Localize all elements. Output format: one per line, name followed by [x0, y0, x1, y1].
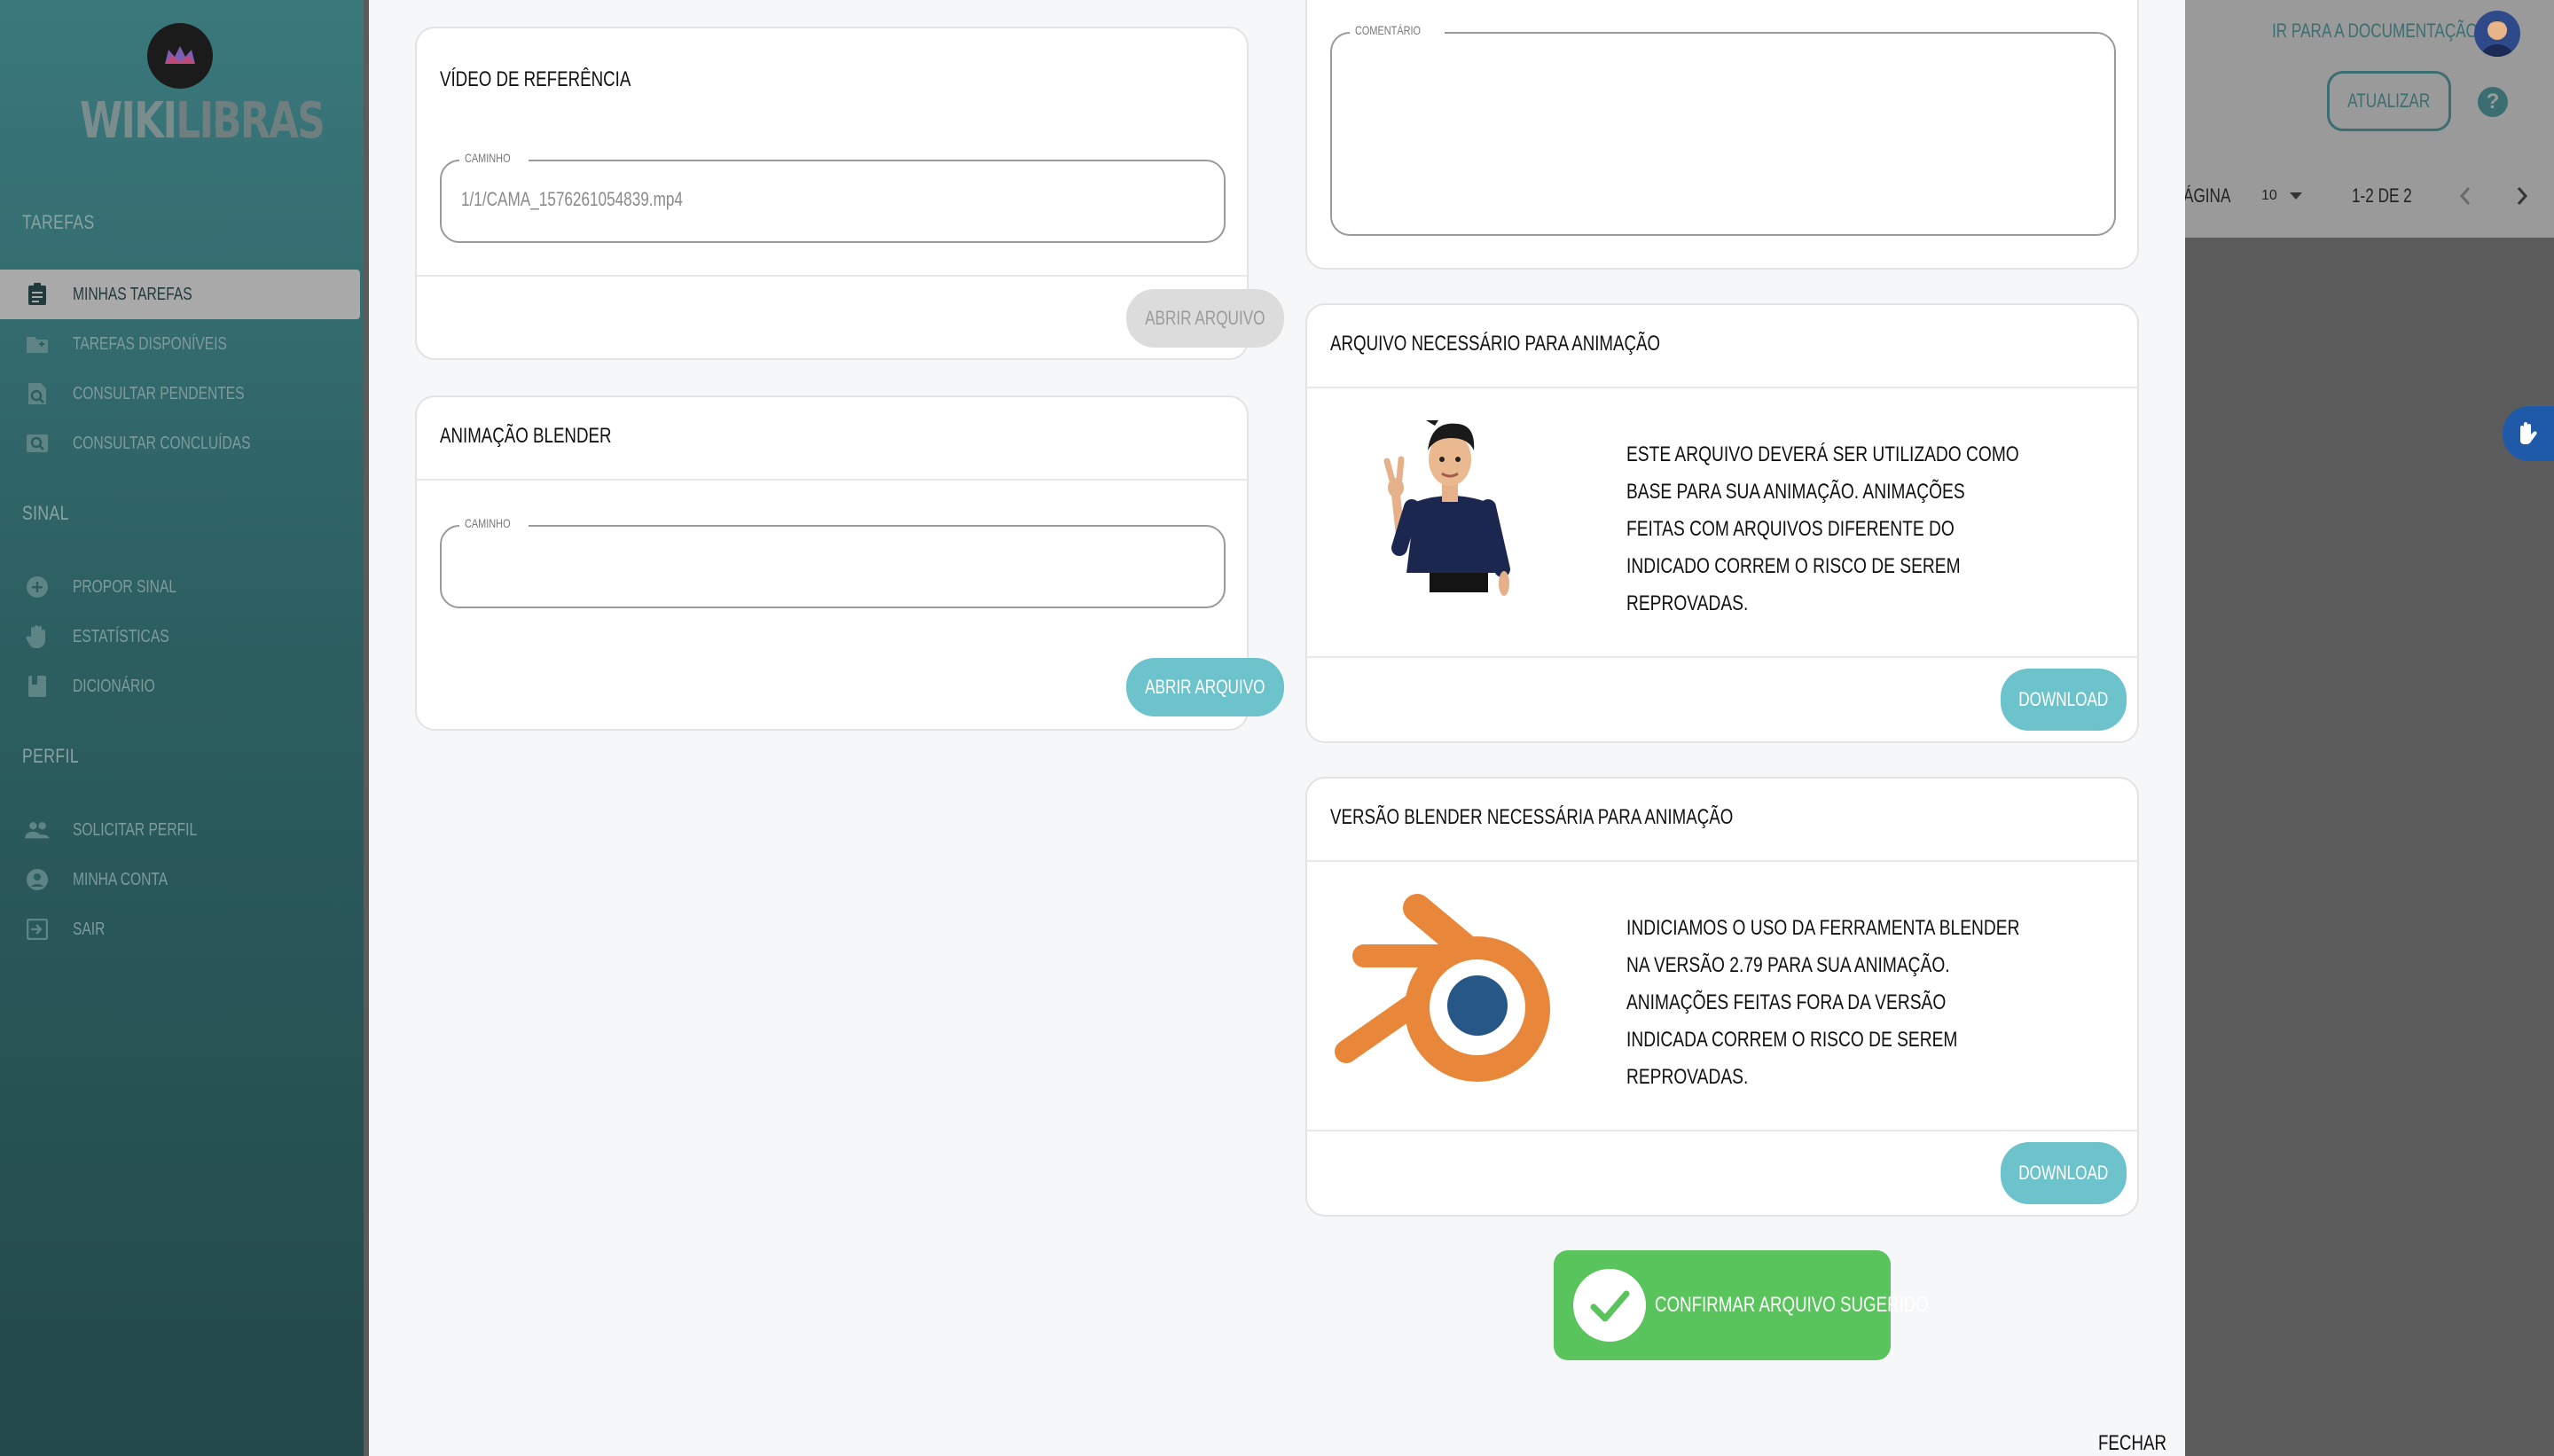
card-title: Versão Blender necessária para animação — [1330, 805, 1734, 829]
people-icon — [25, 818, 50, 842]
sidebar-item-solicitar-perfil[interactable]: Solicitar perfil — [0, 805, 360, 855]
task-dialog: Vídeo de referência Caminho 1/1/CAMA_157… — [369, 0, 2185, 1456]
field-label: Comentário — [1350, 23, 1445, 37]
confirm-suggested-file-button[interactable]: Confirmar arquivo sugerido — [1554, 1250, 1929, 1360]
section-title-tarefas: Tarefas — [22, 211, 95, 233]
open-reference-file-button[interactable]: Abrir arquivo — [1126, 289, 1284, 348]
sign-language-hands-icon — [2520, 422, 2537, 444]
sidebar: WIKILIBRAS Tarefas Minhas tarefas Tarefa… — [0, 0, 364, 1456]
sidebar-item-label: Consultar pendentes — [73, 383, 245, 403]
avatar-character-image — [1383, 420, 1510, 596]
check-circle-icon — [1573, 1269, 1646, 1342]
sidebar-item-label: Sair — [73, 919, 106, 939]
card-title: Animação Blender — [440, 424, 612, 448]
divider — [417, 275, 1247, 277]
card-title: Vídeo de referência — [440, 67, 631, 91]
help-icon[interactable]: ? — [2478, 87, 2508, 117]
comment-textarea[interactable]: Comentário — [1330, 23, 2116, 236]
search-doc-icon — [25, 381, 50, 406]
open-blender-file-button[interactable]: Abrir arquivo — [1126, 658, 1284, 716]
chevron-left-icon — [2459, 187, 2471, 205]
search-image-icon — [25, 431, 50, 456]
divider — [1307, 860, 2137, 862]
pagination-range: 1-2 de 2 — [2352, 184, 2412, 207]
hand-icon — [25, 624, 50, 649]
required-file-description: Este arquivo deverá ser utilizado como b… — [1626, 442, 2019, 615]
required-file-card: Arquivo necessário para animação Este ar… — [1305, 303, 2139, 743]
download-required-file-button[interactable]: Download — [2001, 669, 2127, 731]
documentation-link[interactable]: Ir para a documentação — [2272, 20, 2478, 43]
sidebar-item-sair[interactable]: Sair — [0, 904, 360, 954]
blender-version-card: Versão Blender necessária para animação … — [1305, 777, 2139, 1217]
blender-animation-card: Animação Blender Caminho Abrir arquivo — [415, 395, 1284, 731]
brand-name: WIKILIBRAS — [80, 92, 325, 150]
download-blender-button[interactable]: Download — [2001, 1142, 2127, 1204]
sidebar-item-label: Minhas tarefas — [73, 284, 192, 304]
divider — [1307, 656, 2137, 658]
blender-version-description: Indiciamos o uso da ferramenta Blender n… — [1626, 916, 2020, 1089]
clipboard-icon — [25, 282, 50, 307]
divider — [1307, 1130, 2137, 1131]
blender-animation-path-field[interactable]: Caminho — [440, 516, 1226, 608]
section-title-perfil: Perfil — [22, 745, 80, 767]
previous-page-button[interactable] — [2455, 183, 2481, 209]
sidebar-item-label: Tarefas disponíveis — [73, 333, 227, 354]
rows-per-page-label: ágina — [2183, 184, 2231, 207]
comment-card: Comentário — [1305, 0, 2139, 270]
blender-logo-image — [1335, 894, 1550, 1082]
user-avatar[interactable] — [2474, 11, 2520, 57]
sidebar-item-label: Consultar concluídas — [73, 433, 251, 453]
field-label: Caminho — [459, 516, 529, 530]
crown-logo-icon — [165, 46, 195, 64]
sidebar-item-consultar-concluidas[interactable]: Consultar concluídas — [0, 419, 360, 468]
sidebar-item-propor-sinal[interactable]: Propor sinal — [0, 562, 360, 612]
sidebar-item-tarefas-disponiveis[interactable]: Tarefas disponíveis — [0, 319, 360, 369]
account-circle-icon — [25, 867, 50, 892]
field-value: 1/1/CAMA_1576261054839.mp4 — [461, 188, 683, 210]
book-icon — [25, 674, 50, 699]
reference-video-path-field[interactable]: Caminho 1/1/CAMA_1576261054839.mp4 — [440, 151, 1226, 243]
divider — [417, 479, 1247, 481]
sidebar-item-minhas-tarefas[interactable]: Minhas tarefas — [0, 270, 360, 319]
sidebar-item-estatisticas[interactable]: Estatísticas — [0, 612, 360, 661]
sidebar-item-label: Estatísticas — [73, 626, 169, 646]
sidebar-item-consultar-pendentes[interactable]: Consultar pendentes — [0, 369, 360, 419]
add-circle-icon — [25, 575, 50, 599]
confirm-button-label: Confirmar arquivo sugerido — [1655, 1293, 1929, 1317]
rows-per-page-select[interactable]: 10 — [2261, 188, 2302, 204]
app-logo — [147, 23, 213, 89]
divider — [1307, 387, 2137, 388]
reference-video-card: Vídeo de referência Caminho 1/1/CAMA_157… — [415, 27, 1284, 360]
folder-add-icon — [25, 332, 50, 356]
sidebar-item-label: Solicitar perfil — [73, 819, 198, 840]
refresh-button[interactable]: Atualizar — [2327, 71, 2451, 131]
card-title: Arquivo necessário para animação — [1330, 332, 1661, 356]
field-label: Caminho — [459, 151, 529, 165]
sidebar-item-dicionario[interactable]: Dicionário — [0, 661, 360, 711]
chevron-down-icon — [2289, 192, 2302, 200]
rows-per-page-value: 10 — [2261, 188, 2277, 203]
sidebar-item-minha-conta[interactable]: Minha conta — [0, 855, 360, 904]
logout-icon — [25, 917, 50, 942]
section-title-sinal: Sinal — [22, 502, 69, 524]
vlibras-widget-button[interactable] — [2503, 406, 2554, 461]
close-dialog-button[interactable]: Fechar — [2098, 1431, 2166, 1456]
sidebar-item-label: Minha conta — [73, 869, 168, 889]
sidebar-item-label: Dicionário — [73, 676, 155, 696]
sidebar-item-label: Propor sinal — [73, 576, 177, 597]
next-page-button[interactable] — [2510, 183, 2536, 209]
chevron-right-icon — [2517, 187, 2528, 205]
